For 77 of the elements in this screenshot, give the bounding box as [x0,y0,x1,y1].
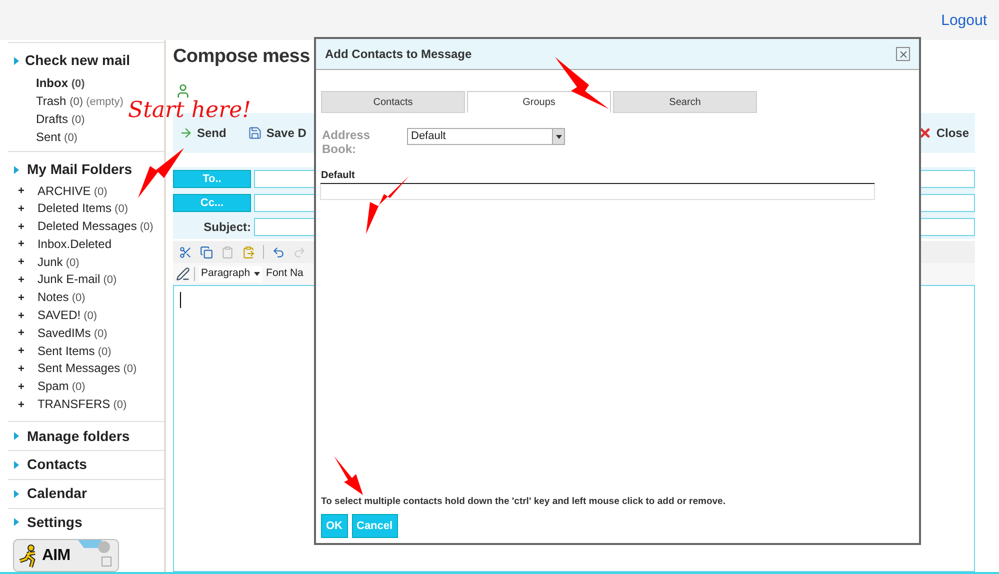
send-button[interactable]: Send [179,124,226,142]
mailbox-item[interactable]: Sent (0) [36,128,78,146]
folder-item[interactable]: ARCHIVE (0) [37,182,108,202]
contact-person-icon [175,83,191,99]
expand-toggle[interactable]: + [18,343,24,361]
address-book-select[interactable]: Default [407,128,565,145]
close-icon[interactable] [896,47,910,61]
triangle-icon [14,56,19,64]
font-dropdown[interactable]: Font Na [266,266,304,282]
close-icon [918,126,932,140]
folder-item[interactable]: Spam (0) [37,378,86,398]
save-draft-button[interactable]: Save D [248,124,306,142]
close-button[interactable]: Close [918,124,969,142]
subject-label: Subject: [202,219,251,236]
expand-toggle[interactable]: + [18,272,24,290]
triangle-icon [14,460,19,469]
save-icon [248,126,262,140]
folder-item[interactable]: SAVED! (0) [37,307,98,326]
section-link[interactable]: Settings [27,512,82,533]
triangle-icon [14,432,19,440]
format-dropdown[interactable]: Paragraph [199,266,262,282]
folder-item[interactable]: Inbox.Deleted [37,236,112,254]
folder-item[interactable]: Sent Items (0) [37,342,112,362]
triangle-icon [14,490,19,498]
expand-toggle[interactable]: + [18,200,24,219]
arrow-drawing [555,57,610,111]
expand-toggle[interactable]: + [18,360,24,379]
expand-toggle[interactable]: + [18,218,24,236]
list-label: Default [321,169,355,183]
expand-toggle[interactable]: + [18,378,24,397]
arrow-drawing [364,176,410,236]
expand-toggle[interactable]: + [18,254,24,272]
contacts-list[interactable] [320,183,875,200]
triangle-icon [14,518,19,526]
dialog-title: Add Contacts to Message [325,46,472,63]
expand-toggle[interactable]: + [18,236,24,254]
arrow-drawing [138,148,186,200]
check-mail-link[interactable]: Check new mail [25,50,130,71]
folder-item[interactable]: Junk (0) [37,254,80,272]
logout-link[interactable]: Logout [941,10,987,32]
arrow-icon [179,126,193,140]
dialog-tab[interactable]: Search [613,91,757,113]
section-link[interactable]: Manage folders [27,426,130,447]
folder-item[interactable]: Deleted Messages (0) [37,218,154,237]
expand-toggle[interactable]: + [18,183,24,201]
caret-icon [254,272,260,276]
folder-item[interactable]: SavedIMs (0) [37,324,108,344]
mailbox-item[interactable]: Drafts (0) [36,110,85,128]
expand-toggle[interactable]: + [18,396,24,414]
folders-heading[interactable]: My Mail Folders [27,159,132,180]
copy-icon[interactable] [200,246,213,258]
dialog-tab[interactable]: Groups [467,91,611,113]
aim-button[interactable]: AIM [13,539,119,572]
caret-icon [552,129,564,144]
section-link[interactable]: Calendar [27,483,87,504]
address-book-label: Address Book: [322,128,372,156]
chat-bubbles-icon [76,538,114,568]
mailbox-item[interactable]: Inbox (0) [36,74,85,92]
mailbox-item[interactable]: Trash (0) (empty) [36,92,124,110]
folder-item[interactable]: Junk E-mail (0) [37,271,117,290]
dialog-tab[interactable]: Contacts [321,91,465,113]
annotation-text: Start here! [128,100,251,122]
expand-toggle[interactable]: + [18,308,24,326]
section-link[interactable]: Contacts [27,454,87,476]
folder-item[interactable]: Notes (0) [37,289,86,308]
edit-icon[interactable] [176,267,190,281]
folder-item[interactable]: Sent Messages (0) [37,360,137,380]
folder-item[interactable]: Deleted Items (0) [37,200,128,220]
expand-toggle[interactable]: + [18,325,24,344]
folder-item[interactable]: TRANSFERS (0) [37,396,127,415]
cut-icon[interactable] [179,246,192,258]
expand-toggle[interactable]: + [18,290,24,308]
undo-icon[interactable] [272,246,285,258]
hint-text: To select multiple contacts hold down the 'ctrl' key and left mouse click to add or remove. [320,494,726,509]
arrow-drawing [334,456,364,496]
page-title: Compose mess [173,45,310,69]
triangle-icon [14,166,19,174]
